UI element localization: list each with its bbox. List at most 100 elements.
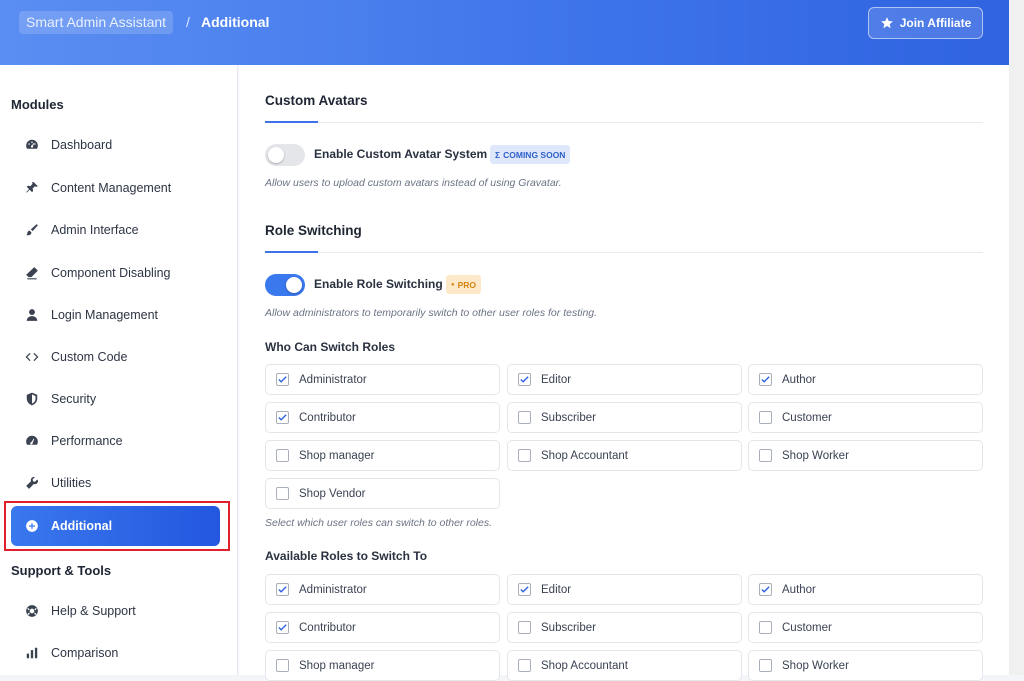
checkbox[interactable] — [759, 621, 772, 634]
who-can-switch-role-option[interactable]: Author — [748, 364, 983, 395]
coming-soon-badge: Σ COMING SOON — [490, 145, 571, 164]
checkbox[interactable] — [276, 583, 289, 596]
join-affiliate-button[interactable]: Join Affiliate — [868, 7, 983, 39]
custom-avatar-toggle[interactable] — [265, 144, 305, 166]
role-label: Editor — [541, 583, 572, 596]
checkbox[interactable] — [759, 659, 772, 672]
available-role-option[interactable]: Shop Worker — [748, 650, 983, 681]
available-role-option[interactable]: Contributor — [265, 612, 500, 643]
section-title-custom-avatars: Custom Avatars — [265, 93, 368, 108]
who-can-switch-role-option[interactable]: Shop Accountant — [507, 440, 742, 471]
who-can-switch-role-option[interactable]: Administrator — [265, 364, 500, 395]
checkbox[interactable] — [759, 449, 772, 462]
who-can-switch-role-option[interactable]: Subscriber — [507, 402, 742, 433]
section-divider-accent — [265, 251, 318, 253]
sidebar-item-admin-interface[interactable]: Admin Interface — [11, 210, 220, 250]
role-label: Customer — [782, 411, 832, 424]
checkbox[interactable] — [759, 411, 772, 424]
available-role-option[interactable]: Administrator — [265, 574, 500, 605]
checkbox[interactable] — [276, 487, 289, 500]
role-label: Subscriber — [541, 411, 596, 424]
check-icon — [278, 414, 287, 421]
role-label: Author — [782, 373, 816, 386]
paintbrush-icon — [24, 222, 40, 238]
toggle-knob — [286, 277, 302, 293]
checkbox[interactable] — [276, 659, 289, 672]
custom-avatar-hint: Allow users to upload custom avatars ins… — [265, 177, 562, 189]
sidebar-item-performance[interactable]: Performance — [11, 421, 220, 461]
sidebar-item-dashboard[interactable]: Dashboard — [11, 125, 220, 165]
toggle-knob — [268, 147, 284, 163]
sidebar-item-label: Performance — [51, 434, 123, 448]
sidebar-item-label: Help & Support — [51, 604, 136, 618]
sidebar-item-label: Utilities — [51, 476, 92, 490]
checkbox[interactable] — [759, 583, 772, 596]
checkbox[interactable] — [276, 411, 289, 424]
role-label: Customer — [782, 621, 832, 634]
role-switching-toggle[interactable] — [265, 274, 305, 296]
breadcrumb-separator: / — [186, 14, 190, 30]
breadcrumb-current-page: Additional — [201, 14, 270, 30]
gauge-icon — [24, 137, 40, 153]
who-can-switch-role-option[interactable]: Contributor — [265, 402, 500, 433]
section-divider — [265, 122, 983, 123]
sidebar-item-custom-code[interactable]: Custom Code — [11, 337, 220, 377]
checkbox[interactable] — [518, 583, 531, 596]
main-content: Custom Avatars Enable Custom Avatar Syst… — [239, 65, 1009, 681]
sidebar-item-label: Login Management — [51, 308, 159, 322]
scrollbar-gutter[interactable] — [1009, 0, 1024, 675]
checkbox[interactable] — [276, 373, 289, 386]
available-role-option[interactable]: Editor — [507, 574, 742, 605]
check-icon — [278, 624, 287, 631]
checkbox[interactable] — [518, 659, 531, 672]
checkbox[interactable] — [759, 373, 772, 386]
top-header: Smart Admin Assistant / Additional Join … — [0, 0, 1009, 65]
sidebar-item-component-disabling[interactable]: Component Disabling — [11, 253, 220, 293]
role-label: Editor — [541, 373, 572, 386]
check-icon — [761, 586, 770, 593]
wrench-icon — [24, 475, 40, 491]
role-label: Contributor — [299, 621, 356, 634]
user-icon — [24, 307, 40, 323]
sidebar-item-login-management[interactable]: Login Management — [11, 295, 220, 335]
sidebar-item-label: Admin Interface — [51, 223, 139, 237]
sidebar-item-security[interactable]: Security — [11, 379, 220, 419]
role-label: Author — [782, 583, 816, 596]
sidebar-item-comparison[interactable]: Comparison — [11, 633, 220, 673]
available-role-option[interactable]: Shop manager — [265, 650, 500, 681]
who-can-switch-role-option[interactable]: Shop Vendor — [265, 478, 500, 509]
checkbox[interactable] — [518, 411, 531, 424]
sigma-icon: Σ — [495, 149, 501, 160]
sidebar-item-utilities[interactable]: Utilities — [11, 463, 220, 503]
checkbox[interactable] — [276, 449, 289, 462]
sidebar-item-content-management[interactable]: Content Management — [11, 168, 220, 208]
active-item-highlight — [4, 501, 230, 551]
checkbox[interactable] — [276, 621, 289, 634]
role-label: Shop manager — [299, 449, 375, 462]
role-label: Shop Worker — [782, 449, 849, 462]
section-divider-accent — [265, 121, 318, 123]
eraser-icon — [24, 265, 40, 281]
role-label: Administrator — [299, 583, 367, 596]
sidebar-item-label: Component Disabling — [51, 266, 171, 280]
checkbox[interactable] — [518, 373, 531, 386]
who-can-switch-role-option[interactable]: Shop Worker — [748, 440, 983, 471]
custom-avatar-toggle-label: Enable Custom Avatar System — [314, 147, 488, 161]
checkbox[interactable] — [518, 449, 531, 462]
who-can-switch-role-option[interactable]: Shop manager — [265, 440, 500, 471]
available-role-option[interactable]: Author — [748, 574, 983, 605]
available-role-option[interactable]: Shop Accountant — [507, 650, 742, 681]
sidebar-section-support: Support & Tools — [11, 563, 112, 578]
available-role-option[interactable]: Subscriber — [507, 612, 742, 643]
checkbox[interactable] — [518, 621, 531, 634]
check-icon — [278, 376, 287, 383]
who-can-switch-role-option[interactable]: Customer — [748, 402, 983, 433]
breadcrumb-app-name[interactable]: Smart Admin Assistant — [19, 11, 174, 34]
check-icon — [278, 586, 287, 593]
coming-soon-badge-label: COMING SOON — [503, 149, 566, 160]
who-can-switch-role-option[interactable]: Editor — [507, 364, 742, 395]
available-role-option[interactable]: Customer — [748, 612, 983, 643]
sidebar-item-help-support[interactable]: Help & Support — [11, 591, 220, 631]
section-title-role-switching: Role Switching — [265, 223, 362, 238]
available-roles-title: Available Roles to Switch To — [265, 549, 428, 563]
